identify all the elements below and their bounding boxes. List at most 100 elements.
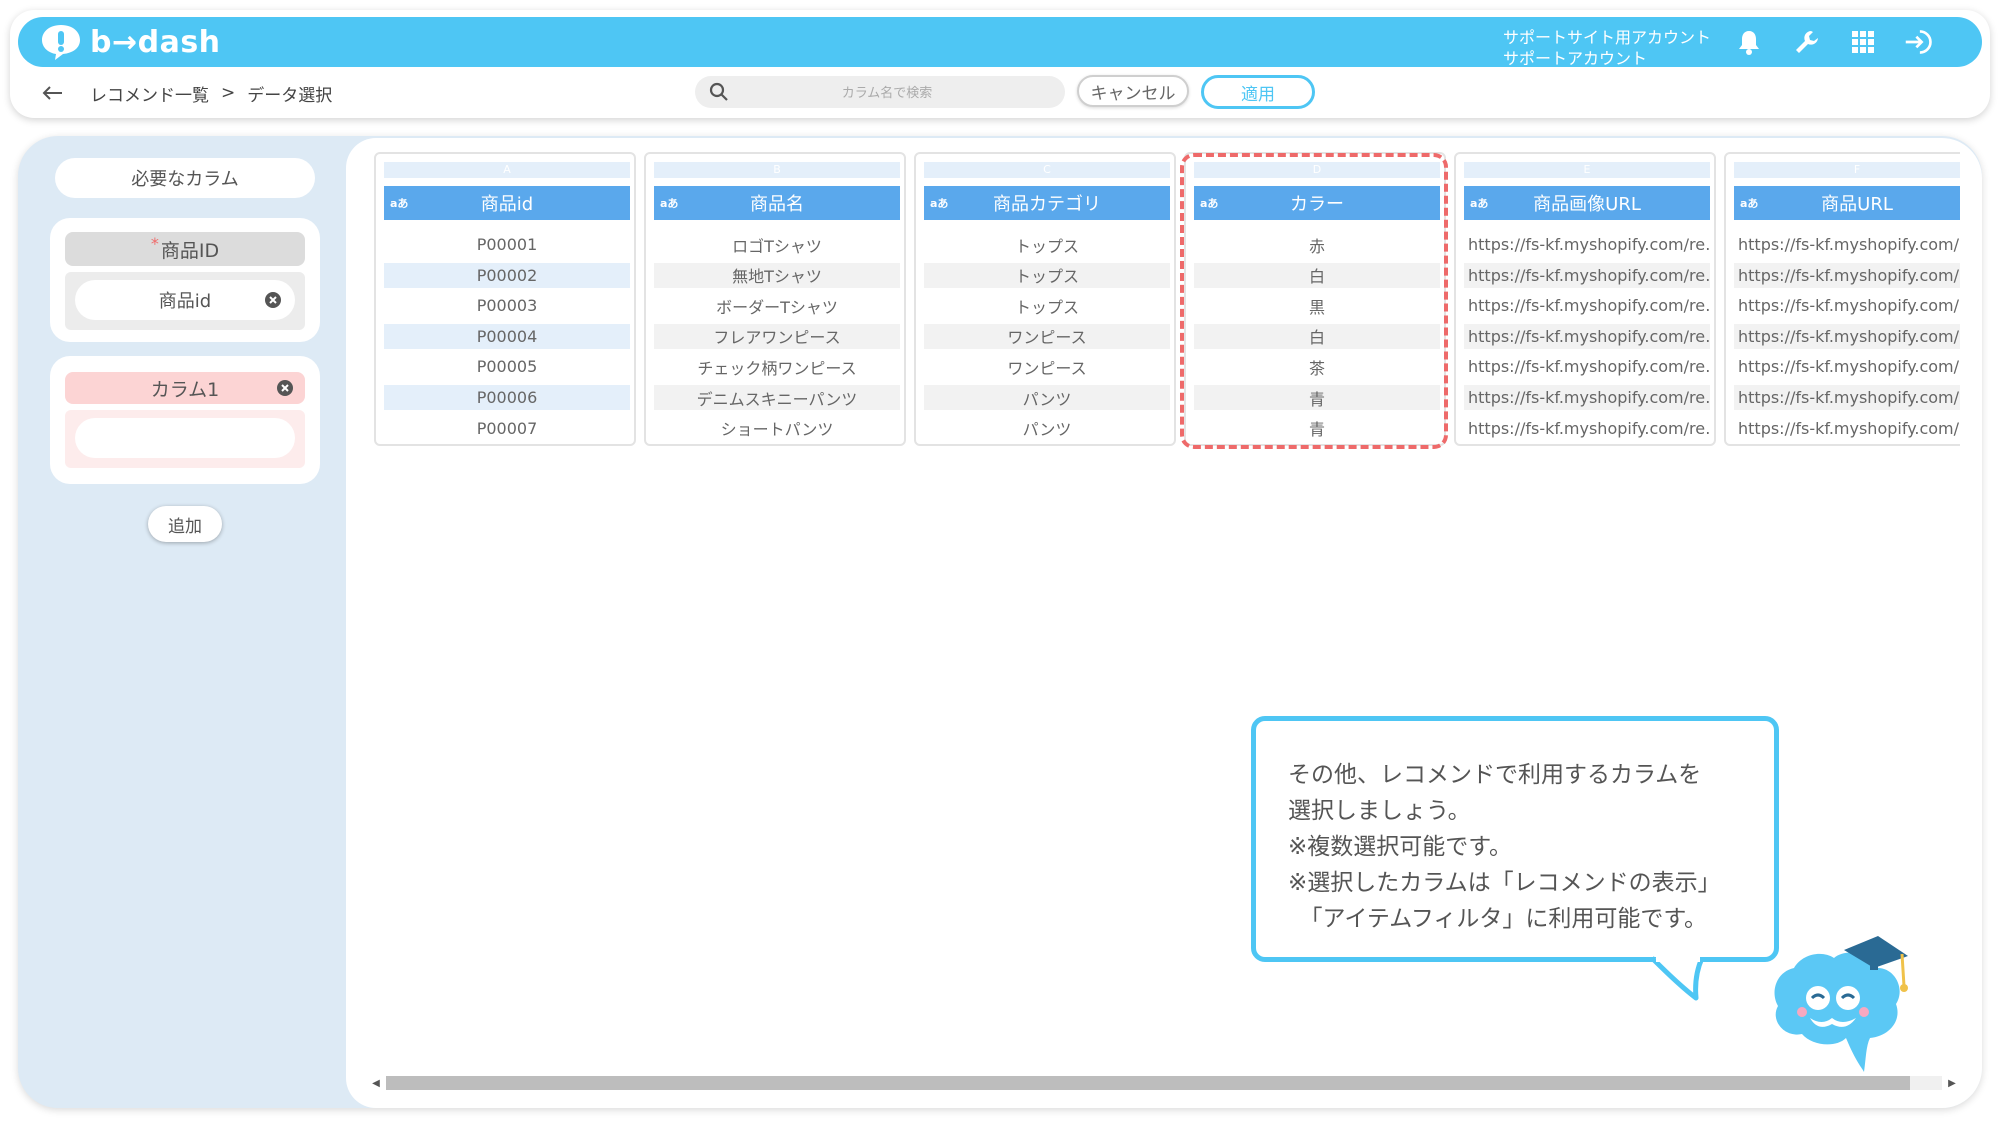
table-cell: https://fs-kf.myshopify.com/pr <box>1734 385 1960 410</box>
text-type-icon: aあ <box>390 197 409 210</box>
table-cell: https://fs-kf.myshopify.com/re… <box>1464 262 1710 288</box>
table-cell: P00001 <box>476 235 538 254</box>
search-icon <box>709 82 728 101</box>
breadcrumb-current: データ選択 <box>247 85 333 106</box>
table-cell: デニムスキニーパンツ <box>654 385 900 410</box>
table-cell: トップス <box>924 262 1170 288</box>
extra-column-name: カラム1 <box>150 378 220 401</box>
logo-text: b→dash <box>90 24 221 60</box>
assigned-column-chip[interactable]: 商品id <box>75 280 295 320</box>
apply-button[interactable]: 適用 <box>1201 75 1315 109</box>
table-cell: P00006 <box>384 385 630 410</box>
column-card-a[interactable]: Aaあ 商品id P00001 P00002 P00003 P00004 P00005 P00… <box>374 152 636 446</box>
text-type-icon: aあ <box>1740 197 1759 210</box>
table-cell: 赤 <box>1308 236 1325 256</box>
add-column-button[interactable]: 追加 <box>148 506 222 542</box>
column-header[interactable]: aあ カラー <box>1194 186 1440 220</box>
scroll-left-icon[interactable]: ◀ <box>368 1075 384 1091</box>
required-mark: * <box>150 233 159 253</box>
table-cell: パンツ <box>924 385 1170 410</box>
tooltip-line: その他、レコメンドで利用するカラムを <box>1288 762 1702 788</box>
table-cell: 無地Tシャツ <box>654 262 900 288</box>
table-cell: パンツ <box>1022 420 1072 440</box>
scroll-right-icon[interactable]: ▶ <box>1944 1075 1960 1091</box>
extra-column-dropzone[interactable] <box>65 410 305 468</box>
tooltip-line: 選択しましょう。 <box>1288 798 1471 824</box>
tooltip-tail <box>1650 956 1705 1001</box>
horizontal-scrollbar[interactable]: ◀ ▶ <box>366 1074 1962 1092</box>
column-header[interactable]: aあ 商品画像URL <box>1464 186 1710 220</box>
remove-icon[interactable] <box>265 292 281 308</box>
column-header[interactable]: aあ 商品カテゴリ <box>924 186 1170 220</box>
table-cell: ボーダーTシャツ <box>716 297 838 317</box>
table-cell: https://fs-kf.myshopify.com/pr <box>1738 296 1960 316</box>
column-header[interactable]: aあ 商品id <box>384 186 630 220</box>
column-letter: E <box>1464 162 1710 178</box>
table-cell: フレアワンピース <box>654 323 900 349</box>
table-cell: P00002 <box>384 262 630 288</box>
data-columns: Aaあ 商品id P00001 P00002 P00003 P00004 P00005 P00… <box>374 152 1960 449</box>
required-column-dropzone[interactable]: 商品id <box>65 272 305 330</box>
guide-tooltip: その他、レコメンドで利用するカラムを 選択しましょう。 ※複数選択可能です。 ※… <box>1251 716 1779 962</box>
breadcrumb: レコメンド一覧 > データ選択 <box>40 80 332 106</box>
assigned-column-name: 商品id <box>158 291 212 312</box>
remove-icon[interactable] <box>277 380 293 396</box>
tooltip-line: ※複数選択可能です。 <box>1288 834 1512 860</box>
table-cell: https://fs-kf.myshopify.com/pr <box>1738 418 1960 438</box>
table-cell: チェック柄ワンピース <box>697 358 857 378</box>
column-card-c[interactable]: Caあ 商品カテゴリ トップス トップス トップス ワンピース ワンピース パンツ パンツ <box>914 152 1176 446</box>
table-cell: ワンピース <box>1007 358 1087 378</box>
wrench-icon[interactable] <box>1792 27 1822 57</box>
account-info[interactable]: サポートサイト用アカウント サポートアカウント <box>1503 27 1711 69</box>
table-cell: 茶 <box>1308 358 1325 378</box>
column-letter: D <box>1194 162 1440 178</box>
column-name: カラー <box>1290 194 1344 215</box>
column-letter: A <box>384 162 630 178</box>
required-column-group: * 商品ID 商品id <box>50 218 320 342</box>
table-cell: 黒 <box>1308 297 1325 317</box>
breadcrumb-parent[interactable]: レコメンド一覧 <box>90 81 209 106</box>
column-card-b[interactable]: Baあ 商品名ロゴTシャツ無地TシャツボーダーTシャツフレアワンピースチェック柄ワ… <box>644 152 906 446</box>
table-cell: P00004 <box>384 323 630 349</box>
table-cell: https://fs-kf.myshopify.com/re… <box>1464 385 1710 410</box>
table-cell: トップス <box>1014 236 1079 256</box>
required-columns-title: 必要なカラム <box>55 158 315 198</box>
text-type-icon: aあ <box>930 197 949 210</box>
table-cell: https://fs-kf.myshopify.com/re… <box>1464 323 1710 349</box>
table-cell: https://fs-kf.myshopify.com/pr <box>1734 323 1960 349</box>
search-input[interactable] <box>735 76 1039 110</box>
column-name: 商品id <box>480 194 534 215</box>
table-cell: ロゴTシャツ <box>732 236 822 256</box>
column-name: 商品カテゴリ <box>993 194 1101 215</box>
column-card-e[interactable]: Eaあ 商品画像URL https://fs-kf.myshopify.com/re… <box>1454 152 1716 446</box>
table-cell: P00003 <box>476 296 538 316</box>
cancel-button[interactable]: キャンセル <box>1077 75 1189 107</box>
table-cell: 青 <box>1308 420 1325 440</box>
grid-icon[interactable] <box>1848 27 1878 57</box>
text-type-icon: aあ <box>1200 197 1219 210</box>
column-card-d[interactable]: Daあ カラー赤白黒白茶青青 <box>1184 152 1446 446</box>
column-letter: B <box>654 162 900 178</box>
top-bar: b→dash サポートサイト用アカウント サポートアカウント レコメンド一覧 >… <box>10 10 1990 118</box>
table-cell: https://fs-kf.myshopify.com/pr <box>1734 262 1960 288</box>
back-arrow-icon[interactable] <box>40 83 66 103</box>
column-card-f[interactable]: Faあ 商品URL https://fs-kf.myshopify.com/pr ht… <box>1724 152 1960 446</box>
logout-icon[interactable] <box>1904 27 1934 57</box>
logo-bubble-icon <box>42 25 80 60</box>
account-name-line2: サポートアカウント <box>1503 49 1648 68</box>
column-header[interactable]: aあ 商品名 <box>654 186 900 220</box>
empty-column-slot[interactable] <box>75 418 295 458</box>
scrollbar-thumb[interactable] <box>386 1076 1910 1090</box>
app-logo[interactable]: b→dash <box>40 22 221 62</box>
text-type-icon: aあ <box>660 197 679 210</box>
column-name: 商品画像URL <box>1533 194 1641 215</box>
app-header: b→dash サポートサイト用アカウント サポートアカウント <box>18 17 1982 69</box>
table-cell: https://fs-kf.myshopify.com/pr <box>1738 357 1960 377</box>
column-search <box>695 76 1065 110</box>
table-cell: ショートパンツ <box>720 420 834 440</box>
table-cell: https://fs-kf.myshopify.com/re… <box>1468 418 1710 438</box>
bell-icon[interactable] <box>1734 27 1764 57</box>
mascot-icon <box>1774 936 1908 1072</box>
column-header[interactable]: aあ 商品URL <box>1734 186 1960 220</box>
table-cell: P00005 <box>476 357 538 377</box>
